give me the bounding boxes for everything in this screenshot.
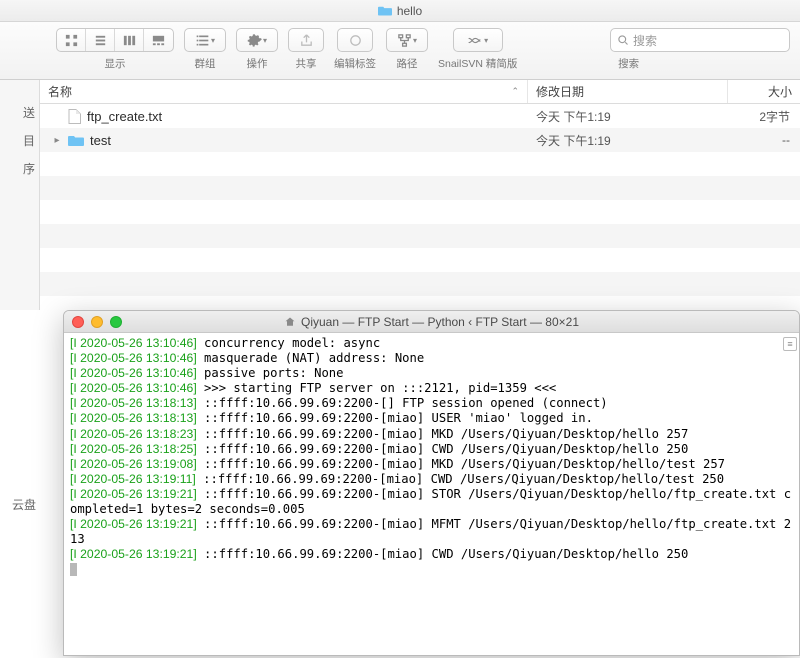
view-gallery-button[interactable]	[144, 29, 173, 51]
tags-segment: 编辑标签	[334, 28, 376, 71]
file-list: ftp_create.txt 今天 下午1:192字节 ▸ test 今天 下午1:19…	[40, 104, 800, 296]
empty-row	[40, 200, 800, 224]
terminal-window: Qiyuan — FTP Start — Python ‹ FTP Start …	[63, 310, 800, 656]
finder-titlebar[interactable]: hello	[0, 0, 800, 22]
finder-window: hello 显示 ▾ 群组 ▾ 操作 共享 编辑标签	[0, 0, 800, 310]
terminal-titlebar[interactable]: Qiyuan — FTP Start — Python ‹ FTP Start …	[64, 311, 799, 333]
sort-caret-icon: ⌃	[511, 86, 519, 97]
file-modified: 今天 下午1:19	[528, 132, 728, 149]
svn-segment: ▾ SnailSVN 精简版	[438, 28, 517, 71]
close-button[interactable]	[72, 316, 84, 328]
terminal-body[interactable]: ≡ [I 2020-05-26 13:10:46] concurrency mo…	[64, 333, 799, 655]
finder-main: 名称 ⌃ 修改日期 大小 ftp_create.txt 今天 下午1:192字节 ▸…	[40, 80, 800, 310]
sidebar-item[interactable]: 目	[0, 126, 39, 154]
empty-row	[40, 224, 800, 248]
window-title: hello	[397, 4, 422, 18]
path-button[interactable]: ▾	[387, 29, 427, 51]
action-segment: ▾ 操作	[236, 28, 278, 71]
search-input[interactable]: 搜索	[610, 28, 790, 52]
share-segment: 共享	[288, 28, 324, 71]
empty-row	[40, 272, 800, 296]
zoom-button[interactable]	[110, 316, 122, 328]
file-modified: 今天 下午1:19	[528, 108, 728, 125]
folder-icon	[68, 134, 84, 146]
svn-button[interactable]: ▾	[454, 29, 502, 51]
action-button[interactable]: ▾	[237, 29, 277, 51]
disclosure-triangle-icon[interactable]: ▸	[52, 135, 62, 146]
scroll-indicator-icon[interactable]: ≡	[783, 337, 797, 351]
column-name[interactable]: 名称 ⌃	[40, 80, 528, 103]
column-modified[interactable]: 修改日期	[528, 80, 728, 103]
file-icon	[68, 109, 81, 124]
tags-button[interactable]	[338, 29, 372, 51]
sidebar-item[interactable]: 序	[0, 154, 39, 182]
empty-row	[40, 176, 800, 200]
search-icon	[617, 34, 629, 46]
terminal-output: [I 2020-05-26 13:10:46] concurrency mode…	[64, 333, 799, 580]
file-row[interactable]: ftp_create.txt 今天 下午1:192字节	[40, 104, 800, 128]
empty-row	[40, 248, 800, 272]
svn-label: SnailSVN 精简版	[438, 56, 517, 71]
traffic-lights	[72, 316, 122, 328]
view-list-button[interactable]	[86, 29, 115, 51]
terminal-title: Qiyuan — FTP Start — Python ‹ FTP Start …	[301, 315, 579, 329]
view-columns-button[interactable]	[115, 29, 144, 51]
view-switcher: 显示	[56, 28, 174, 71]
sidebar-item-cloud[interactable]: 云盘	[0, 490, 40, 518]
group-label: 群组	[195, 56, 216, 71]
view-label: 显示	[105, 56, 126, 71]
view-icon-button[interactable]	[57, 29, 86, 51]
group-button[interactable]: ▾	[185, 29, 225, 51]
column-size[interactable]: 大小	[728, 80, 800, 103]
file-size: --	[728, 133, 800, 147]
search-placeholder: 搜索	[633, 32, 657, 49]
empty-row	[40, 152, 800, 176]
home-icon	[284, 316, 296, 328]
search-segment: 搜索 搜索	[527, 28, 790, 71]
tags-label: 编辑标签	[334, 56, 376, 71]
path-label: 路径	[397, 56, 418, 71]
file-row[interactable]: ▸ test 今天 下午1:19--	[40, 128, 800, 152]
search-label: 搜索	[618, 56, 639, 71]
group-segment: ▾ 群组	[184, 28, 226, 71]
sidebar-item[interactable]: 送	[0, 98, 39, 126]
share-button[interactable]	[289, 29, 323, 51]
share-label: 共享	[296, 56, 317, 71]
folder-icon	[378, 5, 392, 16]
file-size: 2字节	[728, 108, 800, 125]
minimize-button[interactable]	[91, 316, 103, 328]
path-segment: ▾ 路径	[386, 28, 428, 71]
finder-toolbar: 显示 ▾ 群组 ▾ 操作 共享 编辑标签 ▾ 路径 ▾ SnailSVN 精简版	[0, 22, 800, 80]
finder-sidebar: 送 目 序	[0, 80, 40, 310]
column-headers: 名称 ⌃ 修改日期 大小	[40, 80, 800, 104]
file-name: ftp_create.txt	[87, 109, 162, 124]
file-name: test	[90, 133, 111, 148]
action-label: 操作	[247, 56, 268, 71]
